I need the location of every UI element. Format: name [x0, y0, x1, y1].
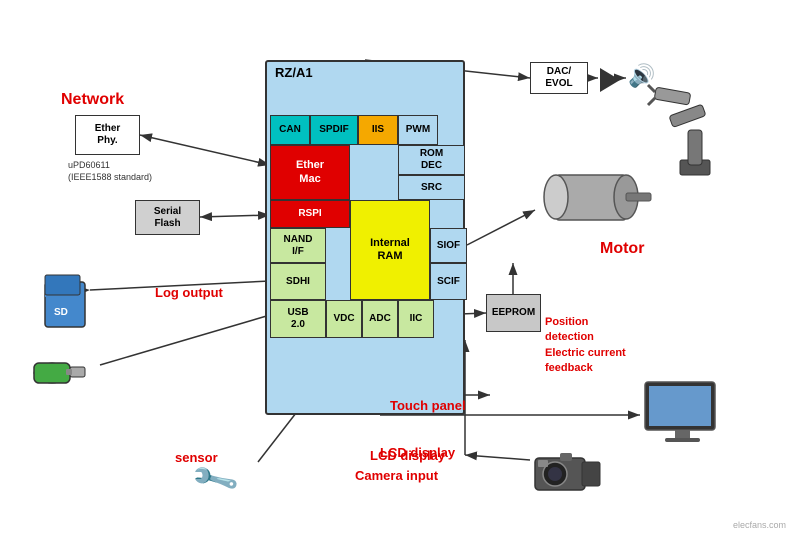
dac-box: DAC/EVOL	[530, 62, 588, 94]
pwm-block: PWM	[398, 115, 438, 145]
camerainput-label: Camera input	[355, 468, 438, 483]
siof-block: SIOF	[430, 228, 467, 263]
motor-label: Motor	[600, 240, 644, 258]
touchpanel-label: Touch panel	[390, 398, 466, 413]
rza1-title: RZ/A1	[275, 65, 313, 80]
adc-block: ADC	[362, 300, 398, 338]
ethermac-block: EtherMac	[270, 145, 350, 200]
vdc-block: VDC	[326, 300, 362, 338]
iic-block: IIC	[398, 300, 434, 338]
network-label: Network	[61, 91, 124, 109]
position-label: PositiondetectionElectric currentfeedbac…	[545, 315, 626, 377]
serialflash-box: SerialFlash	[135, 200, 200, 235]
sd-card-icon: SD	[40, 270, 90, 330]
amplifier-icon	[600, 68, 620, 92]
etherphy-box: EtherPhy.	[75, 115, 140, 155]
usb-drive-icon	[30, 345, 95, 400]
lcddisplay-label2: LCD display	[380, 445, 455, 460]
watermark: elecfans.com	[733, 520, 786, 530]
camera-icon	[530, 448, 600, 488]
svg-text:SD: SD	[54, 307, 68, 318]
iis-block: IIS	[358, 115, 398, 145]
robot-arm-icon	[640, 80, 740, 180]
usb-block: USB2.0	[270, 300, 326, 338]
upd-label: uPD60611(IEEE1588 standard)	[68, 160, 152, 183]
romdec-block: ROMDEC	[398, 145, 465, 175]
rspi-block: RSPI	[270, 200, 350, 228]
motor-icon	[536, 160, 626, 220]
logoutput-label: Log output	[155, 285, 223, 300]
src-block: SRC	[398, 175, 465, 200]
sensor-label: sensor	[175, 450, 218, 465]
scif-block: SCIF	[430, 263, 467, 300]
diagram-container: RZ/A1 CAN SPDIF IIS PWM EtherMac ROMDEC …	[0, 0, 794, 535]
spdif-block: SPDIF	[310, 115, 358, 145]
monitor-icon	[640, 380, 720, 440]
intram-block: InternalRAM	[350, 200, 430, 300]
sdhi-block: SDHI	[270, 263, 326, 300]
nand-block: NANDI/F	[270, 228, 326, 263]
eeprom-box: EEPROM	[486, 294, 541, 332]
can-block: CAN	[270, 115, 310, 145]
